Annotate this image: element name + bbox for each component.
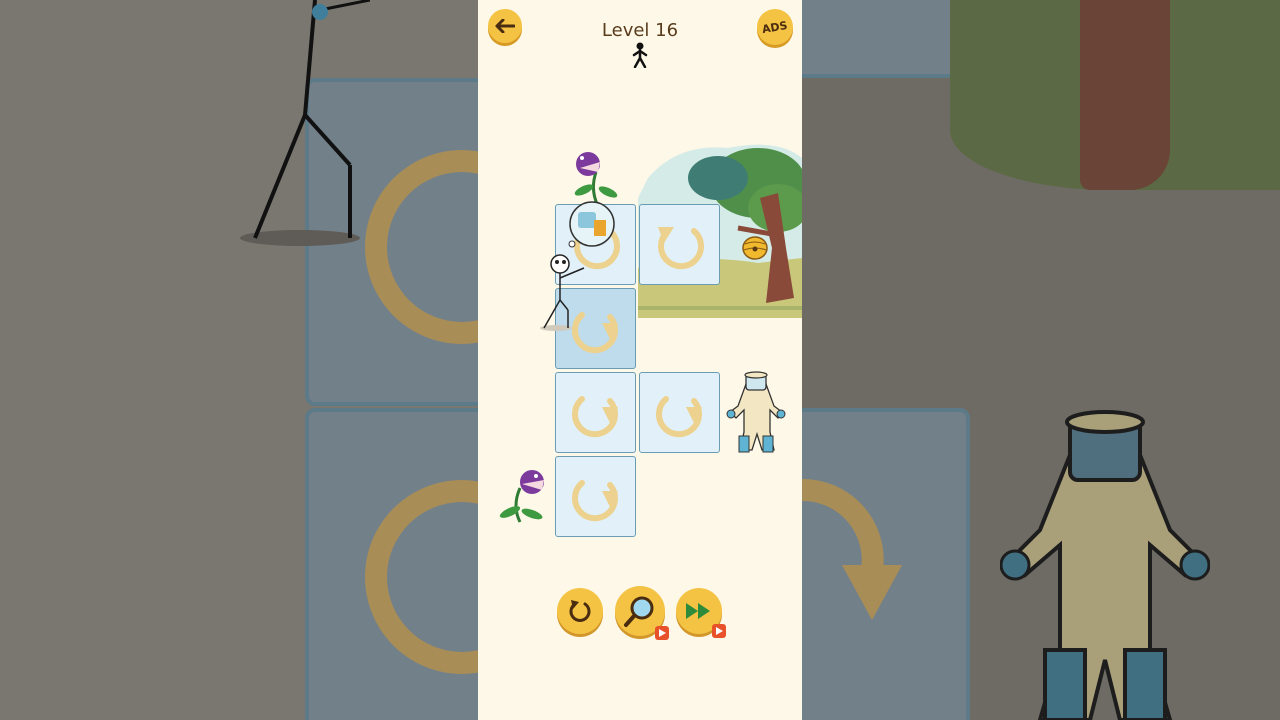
rotate-tile-r3c2[interactable]: [639, 372, 720, 453]
ads-label: ADS: [761, 18, 789, 36]
rotate-tile-r3c1[interactable]: [555, 372, 636, 453]
thought-bubble: [568, 201, 615, 248]
restart-icon: [569, 600, 591, 622]
rotate-cw-icon: [571, 395, 618, 437]
backdrop-beekeeper: [1000, 410, 1210, 720]
skip-button[interactable]: [676, 588, 726, 638]
level-title: Level 16: [601, 20, 679, 41]
backdrop-tile: [802, 0, 970, 78]
game-screen: Level 16 ADS: [478, 0, 802, 720]
backdrop-trunk: [1080, 0, 1170, 190]
stickman-icon: [632, 42, 648, 68]
rotate-tile-r4c1[interactable]: [555, 456, 636, 537]
magnifier-icon: [624, 596, 654, 627]
video-ad-icon: [655, 626, 669, 640]
rotate-ccw-icon: [657, 226, 704, 269]
beekeeper-suit: [726, 371, 786, 453]
piranha-plant-bottom: [499, 470, 544, 523]
restart-button[interactable]: [557, 588, 603, 634]
backdrop-left: [0, 0, 478, 720]
stickman-character: [540, 254, 585, 331]
fast-forward-icon: [686, 603, 710, 619]
ads-button[interactable]: ADS: [757, 9, 793, 45]
rotate-cw-icon: [571, 479, 618, 521]
video-ad-icon: [712, 624, 726, 638]
piranha-plant-top: [574, 152, 618, 206]
rotate-cw-icon: [655, 395, 702, 437]
beehive: [742, 236, 768, 260]
rotate-tile-r1c2[interactable]: [639, 204, 720, 285]
hint-button[interactable]: [615, 586, 669, 640]
backdrop-arrow: [802, 478, 902, 620]
backdrop-stickman: [240, 0, 370, 246]
